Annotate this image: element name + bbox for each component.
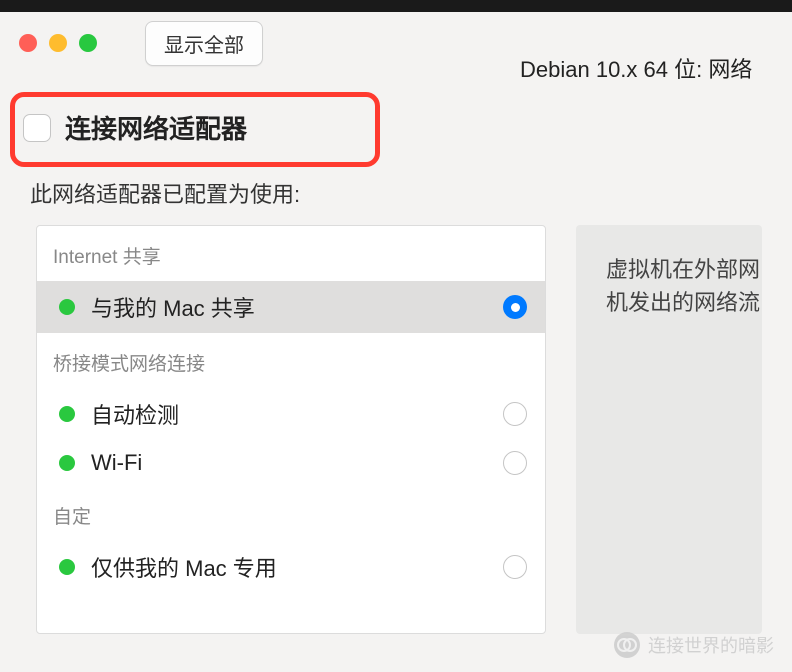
section-header-custom: 自定 — [37, 486, 545, 541]
show-all-button[interactable]: 显示全部 — [145, 21, 263, 66]
section-header-internet-sharing: Internet 共享 — [37, 226, 545, 281]
status-dot-icon — [59, 299, 75, 315]
traffic-lights — [19, 34, 97, 52]
option-auto-detect[interactable]: 自动检测 — [37, 388, 545, 440]
option-label: 仅供我的 Mac 专用 — [91, 551, 487, 583]
option-wifi[interactable]: Wi-Fi — [37, 440, 545, 486]
top-dark-bar — [0, 0, 792, 12]
connect-adapter-highlight: 连接网络适配器 — [10, 92, 380, 167]
description-line: 机发出的网络流 — [606, 286, 762, 319]
minimize-window-button[interactable] — [49, 34, 67, 52]
status-dot-icon — [59, 455, 75, 471]
radio-selected-icon[interactable] — [503, 295, 527, 319]
watermark-text: 连接世界的暗影 — [648, 632, 774, 658]
section-header-bridged: 桥接模式网络连接 — [37, 333, 545, 388]
radio-unselected-icon[interactable] — [503, 451, 527, 475]
content-area: 连接网络适配器 此网络适配器已配置为使用: Internet 共享 与我的 Ma… — [0, 74, 792, 634]
radio-unselected-icon[interactable] — [503, 555, 527, 579]
option-label: 自动检测 — [91, 398, 487, 430]
option-share-with-mac[interactable]: 与我的 Mac 共享 — [37, 281, 545, 333]
status-dot-icon — [59, 559, 75, 575]
maximize-window-button[interactable] — [79, 34, 97, 52]
description-panel: 虚拟机在外部网 机发出的网络流 — [576, 225, 762, 634]
settings-window: 显示全部 Debian 10.x 64 位: 网络 连接网络适配器 此网络适配器… — [0, 12, 792, 672]
option-label: Wi-Fi — [91, 450, 487, 476]
wechat-icon — [614, 632, 640, 658]
close-window-button[interactable] — [19, 34, 37, 52]
connect-adapter-label: 连接网络适配器 — [65, 109, 247, 146]
option-mac-only[interactable]: 仅供我的 Mac 专用 — [37, 541, 545, 593]
panels-row: Internet 共享 与我的 Mac 共享 桥接模式网络连接 自动检测 Wi-… — [30, 225, 762, 634]
watermark: 连接世界的暗影 — [614, 632, 774, 658]
radio-unselected-icon[interactable] — [503, 402, 527, 426]
network-options-list: Internet 共享 与我的 Mac 共享 桥接模式网络连接 自动检测 Wi-… — [36, 225, 546, 634]
adapter-config-subtitle: 此网络适配器已配置为使用: — [30, 177, 762, 209]
connect-adapter-checkbox[interactable] — [23, 114, 51, 142]
status-dot-icon — [59, 406, 75, 422]
list-spacer — [37, 593, 545, 633]
description-line: 虚拟机在外部网 — [606, 253, 762, 286]
option-label: 与我的 Mac 共享 — [91, 291, 487, 323]
window-title: Debian 10.x 64 位: 网络 — [520, 52, 752, 84]
